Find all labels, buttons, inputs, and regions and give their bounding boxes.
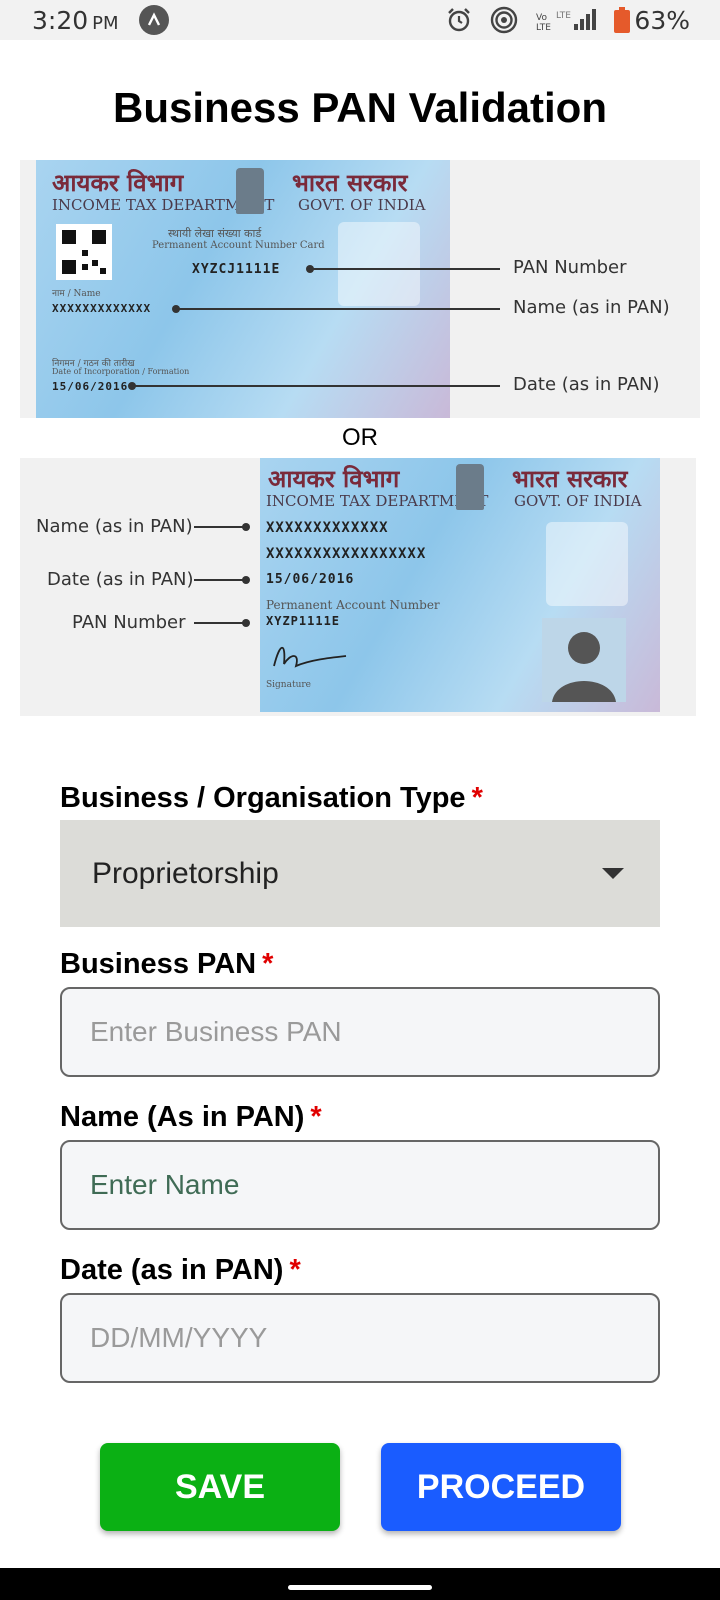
page-title: Business PAN Validation xyxy=(112,84,607,131)
or-separator: OR xyxy=(342,424,378,451)
callout-line xyxy=(194,526,244,528)
app-notification-icon xyxy=(138,5,169,35)
save-button[interactable]: SAVE xyxy=(100,1443,340,1531)
callout-name: Name (as in PAN) xyxy=(513,297,670,318)
callout-name: Name (as in PAN) xyxy=(36,516,193,537)
date-input[interactable]: DD/MM/YYYY xyxy=(60,1293,660,1383)
signature-mark xyxy=(273,646,347,668)
photo-placeholder xyxy=(542,618,626,702)
hologram xyxy=(338,222,420,306)
svg-text:LTE: LTE xyxy=(536,23,551,32)
hologram xyxy=(546,522,628,606)
callout-pan-number: PAN Number xyxy=(72,612,186,633)
svg-text:Vo: Vo xyxy=(536,13,547,23)
business-pan-label: Business PAN * xyxy=(60,948,274,980)
qr-code-icon xyxy=(56,224,112,280)
pan-card-sample-1: आयकर विभाग भारत सरकार INCOME TAX DEPARTM… xyxy=(20,160,700,418)
svg-text:LTE: LTE xyxy=(556,11,571,21)
proceed-button[interactable]: PROCEED xyxy=(381,1443,621,1531)
callout-dot xyxy=(242,523,250,531)
business-pan-input[interactable]: Enter Business PAN xyxy=(60,987,660,1077)
pan-card-image-1: आयकर विभाग भारत सरकार INCOME TAX DEPARTM… xyxy=(36,160,450,418)
callout-line xyxy=(194,622,244,624)
pan-card-sample-2: Name (as in PAN) Date (as in PAN) PAN Nu… xyxy=(20,458,696,716)
callout-date: Date (as in PAN) xyxy=(513,374,660,395)
callout-dot xyxy=(242,619,250,627)
status-bar: 3:20 PM Vo LTE LTE 63% xyxy=(0,0,720,40)
signal-icon: VoLTELTE xyxy=(536,9,597,32)
alarm-icon xyxy=(448,8,471,32)
callout-line xyxy=(312,268,500,270)
system-nav-bar xyxy=(0,1568,720,1600)
pan-card-image-2: आयकर विभाग भारत सरकार INCOME TAX DEPARTM… xyxy=(260,458,660,712)
callout-line xyxy=(134,385,500,387)
battery-indicator: 63% xyxy=(614,6,690,35)
org-type-label: Business / Organisation Type * xyxy=(60,782,483,814)
hotspot-icon xyxy=(491,6,518,34)
org-type-select[interactable]: Proprietorship xyxy=(60,820,660,927)
person-silhouette-icon xyxy=(552,632,616,702)
home-gesture-handle[interactable] xyxy=(288,1585,432,1590)
name-label: Name (As in PAN) * xyxy=(60,1101,322,1133)
name-input[interactable]: Enter Name xyxy=(60,1140,660,1230)
callout-line xyxy=(178,308,500,310)
callout-line xyxy=(194,579,244,581)
clock: 3:20 PM xyxy=(32,5,119,35)
emblem-icon xyxy=(456,464,484,510)
date-label: Date (as in PAN) * xyxy=(60,1254,301,1286)
callout-date: Date (as in PAN) xyxy=(47,569,194,590)
chevron-down-icon xyxy=(602,868,624,879)
callout-dot xyxy=(242,576,250,584)
callout-pan-number: PAN Number xyxy=(513,257,627,278)
emblem-icon xyxy=(236,168,264,214)
battery-icon xyxy=(614,7,631,33)
